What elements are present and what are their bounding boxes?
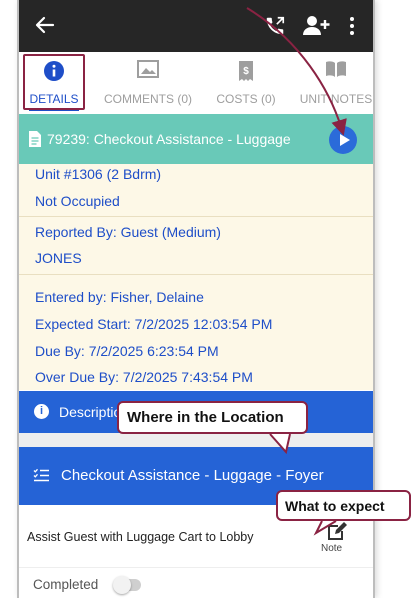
completed-toggle[interactable] (113, 576, 141, 594)
note-label: Note (321, 543, 343, 554)
unit-label: Unit #1306 (2 Bdrm) (35, 166, 162, 182)
due-by: Due By: 7/2/2025 6:23:54 PM (35, 343, 219, 359)
details-tab-highlight-box (23, 54, 85, 110)
tab-unit-notes-label: UNIT NOTES (299, 92, 373, 106)
book-icon (326, 61, 346, 77)
task-section-title: Checkout Assistance - Luggage - Foyer (61, 467, 324, 484)
reported-by: Reported By: Guest (Medium) (35, 224, 221, 240)
svg-text:$: $ (243, 66, 249, 77)
add-user-icon[interactable] (302, 14, 330, 38)
callout-where-in-location-text: Where in the Location (127, 409, 284, 426)
callout-what-to-expect-text: What to expect (285, 498, 385, 514)
start-work-button[interactable] (329, 126, 357, 154)
document-icon (29, 131, 41, 147)
top-app-bar (19, 0, 373, 52)
expected-start: Expected Start: 7/2/2025 12:03:54 PM (35, 316, 273, 332)
info-circle-icon: i (34, 404, 49, 419)
edit-note-icon[interactable] (327, 521, 347, 541)
entered-by: Entered by: Fisher, Delaine (35, 289, 204, 305)
divider (19, 274, 373, 275)
reporter-name: JONES (35, 250, 82, 266)
tab-unit-notes[interactable]: UNIT NOTES (295, 52, 373, 114)
comment-image-icon (137, 60, 159, 78)
dollar-receipt-icon: $ (239, 61, 253, 81)
task-description: Assist Guest with Luggage Cart to Lobby (27, 530, 254, 544)
section-gap (19, 433, 373, 447)
tab-costs-label: COSTS (0) (216, 92, 276, 106)
tab-comments-label: COMMENTS (0) (104, 92, 192, 106)
play-icon (340, 134, 350, 146)
ticket-info-panel: Unit #1306 (2 Bdrm) Not Occupied Reporte… (19, 164, 373, 390)
completed-label: Completed (33, 577, 99, 592)
occupancy-status: Not Occupied (35, 193, 120, 209)
checklist-icon (33, 468, 49, 482)
divider (19, 216, 373, 217)
toggle-knob (113, 576, 131, 594)
ticket-header: 79239: Checkout Assistance - Luggage (19, 114, 373, 164)
tab-costs[interactable]: $ COSTS (0) (211, 52, 281, 114)
over-due-by: Over Due By: 7/2/2025 7:43:54 PM (35, 369, 253, 385)
tab-comments[interactable]: COMMENTS (0) (99, 52, 197, 114)
completed-row: Completed (19, 567, 373, 598)
more-vert-icon[interactable] (349, 15, 355, 37)
phone-call-icon[interactable] (264, 15, 286, 37)
callout-what-to-expect: What to expect (276, 490, 411, 521)
back-arrow-icon[interactable] (33, 13, 57, 37)
callout-where-in-location: Where in the Location (117, 401, 308, 434)
ticket-title: 79239: Checkout Assistance - Luggage (47, 131, 291, 147)
